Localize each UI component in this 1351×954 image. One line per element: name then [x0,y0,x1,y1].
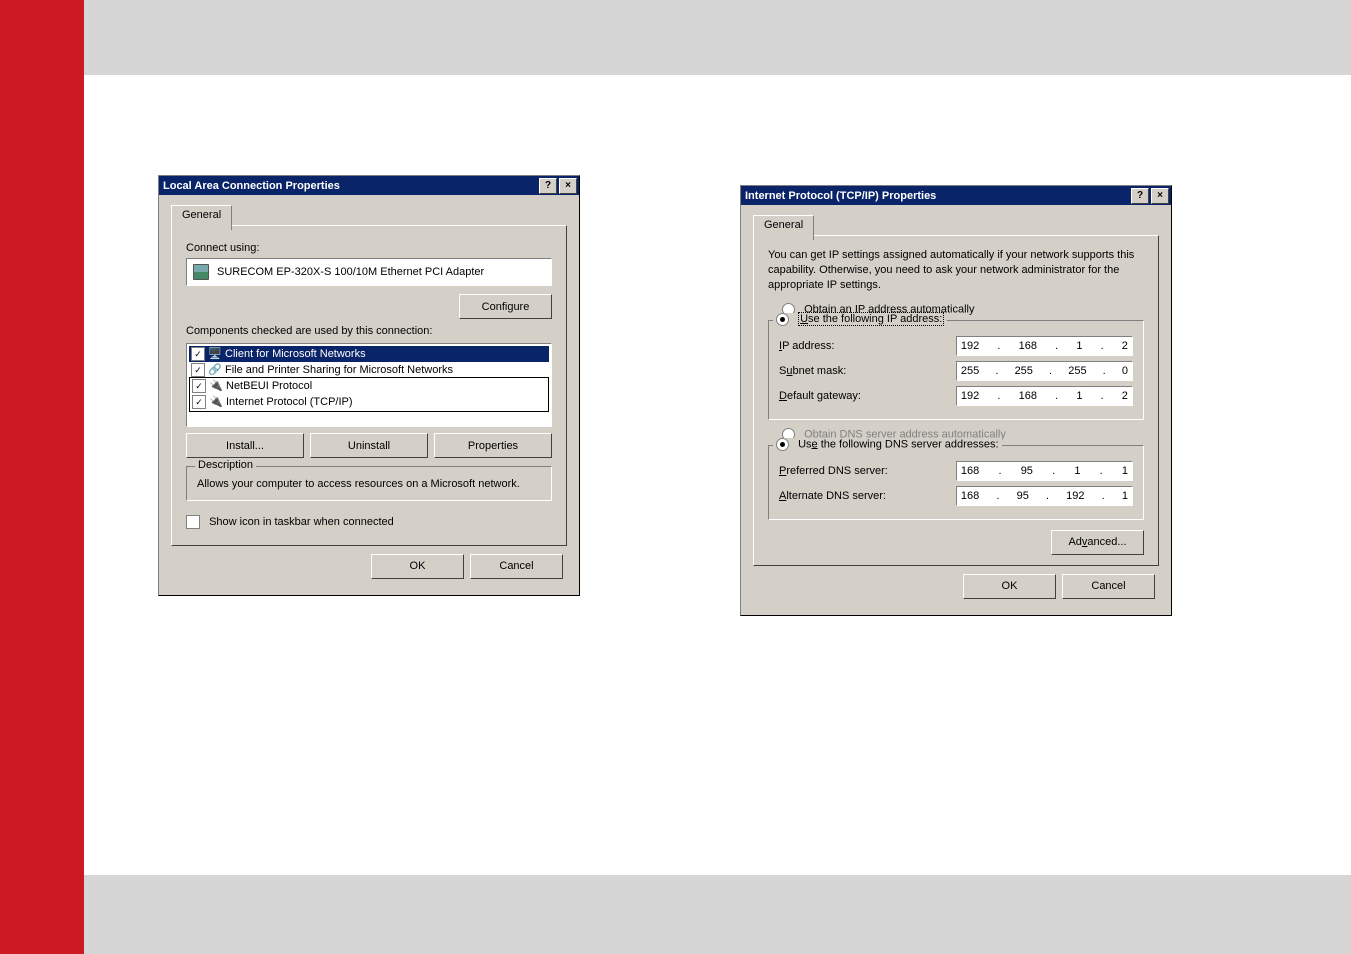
subnet-mask-input[interactable]: 255.255.255.0 [956,361,1133,381]
advanced-button[interactable]: Advanced... [1051,530,1144,555]
tcpip-tabstrip: General [753,215,1159,236]
adapter-name: SURECOM EP-320X-S 100/10M Ethernet PCI A… [217,266,484,278]
component-client[interactable]: ✓ 🖥️ Client for Microsoft Networks [189,346,549,362]
protocol-icon: 🔌 [209,379,223,393]
ip-label: P address: [782,340,834,352]
tcpip-tab-general[interactable]: General [753,215,814,240]
gateway-label: efault gateway: [787,390,861,402]
lac-dialog: Local Area Connection Properties ? × Gen… [158,175,580,596]
ip-address-input[interactable]: 192.168.1.2 [956,336,1133,356]
pdns-label: referred DNS server: [786,465,887,477]
use-dns-label: Use the following DNS server addresses: [798,438,999,450]
adapter-field: SURECOM EP-320X-S 100/10M Ethernet PCI A… [186,258,552,286]
uninstall-button[interactable]: Uninstall [310,433,428,458]
highlight-box: ✓ 🔌 NetBEUI Protocol ✓ 🔌 Internet Protoc… [189,377,549,412]
ok-button[interactable]: OK [963,574,1056,599]
lac-tabpanel: Connect using: SURECOM EP-320X-S 100/10M… [171,225,567,546]
mask-label: bnet mask: [792,365,846,377]
radio-use-ip[interactable] [776,313,789,326]
properties-button[interactable]: Properties [434,433,552,458]
install-button[interactable]: Install... [186,433,304,458]
preferred-dns-input[interactable]: 168.95.1.1 [956,461,1133,481]
use-ip-label: Use the following IP address: [798,312,944,326]
share-icon: 🔗 [208,363,222,377]
checkbox-icon[interactable]: ✓ [191,363,205,377]
gateway-input[interactable]: 192.168.1.2 [956,386,1133,406]
help-button[interactable]: ? [1131,188,1149,204]
alternate-dns-input[interactable]: 168.95.192.1 [956,486,1133,506]
ok-button[interactable]: OK [371,554,464,579]
components-label: Components checked are used by this conn… [186,325,552,337]
tcpip-dialog: Internet Protocol (TCP/IP) Properties ? … [740,185,1172,616]
dns-group: Use the following DNS server addresses: … [768,445,1144,520]
tcpip-intro: You can get IP settings assigned automat… [768,248,1144,293]
description-legend: Description [195,459,256,471]
ip-group: Use the following IP address: IP address… [768,320,1144,420]
component-netbeui[interactable]: ✓ 🔌 NetBEUI Protocol [190,378,548,394]
checkbox-icon[interactable]: ✓ [192,395,206,409]
lac-tab-general[interactable]: General [171,205,232,230]
show-icon-label: Show icon in taskbar when connected [209,516,394,528]
protocol-icon: 🔌 [209,395,223,409]
cancel-button[interactable]: Cancel [470,554,563,579]
tcpip-title: Internet Protocol (TCP/IP) Properties [745,190,936,202]
configure-button[interactable]: Configure [459,294,552,319]
close-button[interactable]: × [1151,188,1169,204]
components-listbox[interactable]: ✓ 🖥️ Client for Microsoft Networks ✓ 🔗 F… [186,343,552,427]
doc-red-sidebar [0,0,84,954]
component-fileprint[interactable]: ✓ 🔗 File and Printer Sharing for Microso… [189,362,549,378]
checkbox-icon[interactable]: ✓ [192,379,206,393]
description-text: Allows your computer to access resources… [197,477,541,492]
client-icon: 🖥️ [208,347,222,361]
adns-label: lternate DNS server: [786,490,886,502]
radio-use-dns[interactable] [776,438,789,451]
help-button[interactable]: ? [539,178,557,194]
tcpip-titlebar: Internet Protocol (TCP/IP) Properties ? … [741,186,1171,205]
cancel-button[interactable]: Cancel [1062,574,1155,599]
checkbox-icon[interactable]: ✓ [191,347,205,361]
show-icon-checkbox[interactable] [186,515,200,529]
component-tcpip[interactable]: ✓ 🔌 Internet Protocol (TCP/IP) [190,394,548,410]
tcpip-tabpanel: You can get IP settings assigned automat… [753,235,1159,566]
nic-icon [193,264,209,280]
connect-using-label: Connect using: [186,242,552,254]
lac-title: Local Area Connection Properties [163,180,340,192]
lac-tabstrip: General [171,205,567,226]
description-group: Description Allows your computer to acce… [186,466,552,501]
lac-titlebar: Local Area Connection Properties ? × [159,176,579,195]
close-button[interactable]: × [559,178,577,194]
